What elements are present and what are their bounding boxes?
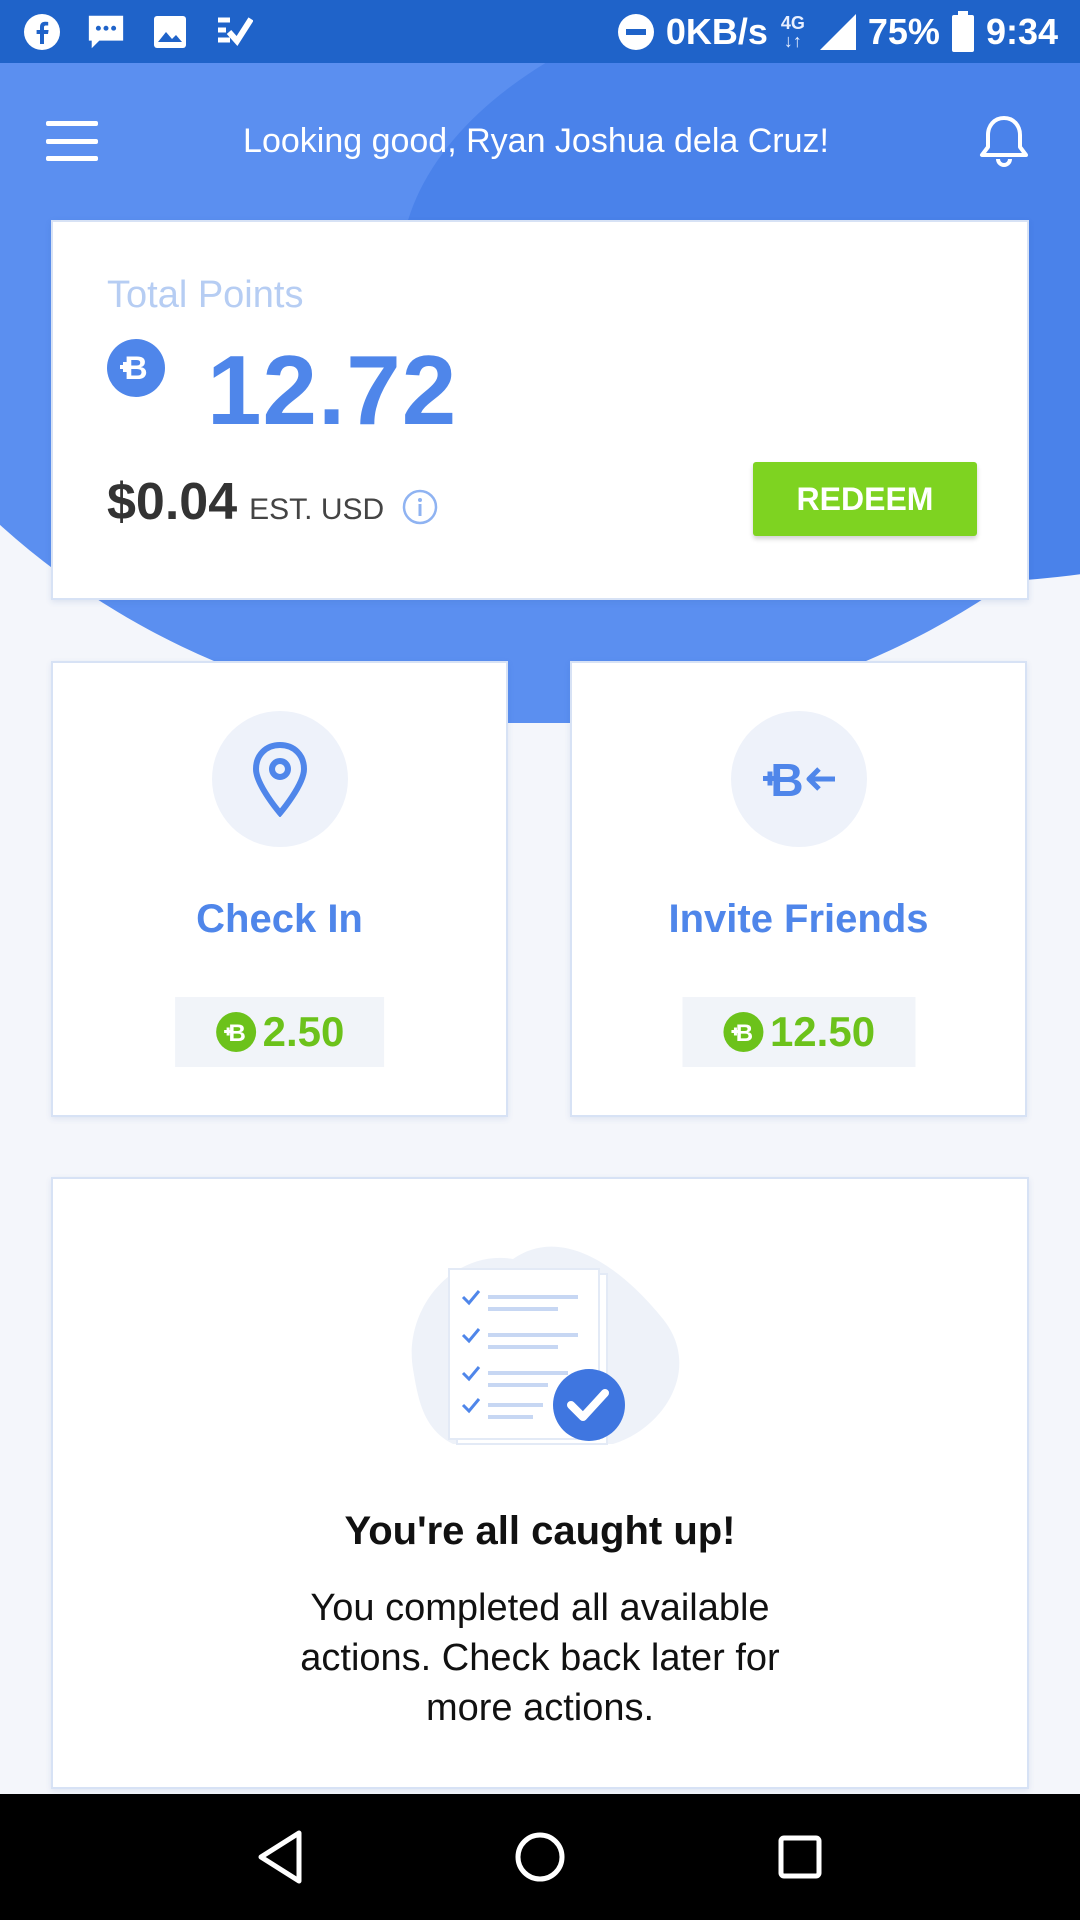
- points-value: 12.72: [207, 335, 458, 445]
- svg-text:B: B: [228, 1020, 245, 1047]
- battery-icon: [950, 10, 976, 52]
- invite-friends-card[interactable]: B Invite Friends B 12.50: [570, 661, 1027, 1117]
- usd-value: $0.04: [107, 473, 238, 531]
- reward-coin-icon: B: [722, 1011, 764, 1053]
- location-pin-icon: [211, 711, 348, 847]
- invite-coin-arrow-icon: B: [730, 711, 867, 847]
- battery-percent: 75%: [867, 10, 940, 52]
- reward-coin-icon: B: [215, 1011, 257, 1053]
- redeem-button[interactable]: REDEEM: [753, 462, 977, 536]
- network-speed: 0KB/s: [665, 10, 768, 52]
- caught-up-title: You're all caught up!: [344, 1509, 736, 1553]
- tasks-check-icon: [214, 12, 254, 52]
- signal-icon: [818, 12, 858, 52]
- facebook-icon: [22, 12, 62, 52]
- usd-label: EST. USD: [249, 493, 385, 526]
- greeting-title: Looking good, Ryan Joshua dela Cruz!: [243, 121, 829, 160]
- invite-friends-reward-value: 12.50: [769, 1008, 876, 1055]
- gallery-icon: [150, 12, 190, 52]
- info-icon[interactable]: [402, 489, 438, 525]
- points-card: Total Points B 12.72 $0.04 EST. USD REDE…: [51, 220, 1029, 600]
- home-icon[interactable]: [505, 1822, 575, 1892]
- invite-friends-title: Invite Friends: [668, 897, 929, 941]
- app-header: Looking good, Ryan Joshua dela Cruz!: [0, 63, 1080, 219]
- network-type-label: 4G: [780, 12, 805, 33]
- check-in-title: Check In: [196, 897, 363, 941]
- check-in-reward: B 2.50: [174, 997, 385, 1067]
- points-coin-icon: B: [107, 339, 165, 397]
- svg-text:B: B: [735, 1020, 752, 1047]
- messages-icon: [86, 12, 126, 52]
- back-icon[interactable]: [245, 1822, 315, 1892]
- data-arrows-icon: ↓↑: [783, 30, 802, 51]
- caught-up-message: You completed all available actions. Che…: [300, 1587, 780, 1729]
- status-system: 0KB/s 4G ↓↑ 75% 9:34: [616, 10, 1058, 53]
- checklist-illustration-icon: [393, 1229, 693, 1469]
- check-in-card[interactable]: Check In B 2.50: [51, 661, 508, 1117]
- points-label: Total Points: [107, 274, 304, 316]
- clock: 9:34: [985, 10, 1058, 52]
- menu-icon[interactable]: [46, 121, 98, 161]
- notification-bell-icon[interactable]: [974, 111, 1034, 171]
- system-nav-bar: [0, 1794, 1080, 1920]
- invite-friends-reward: B 12.50: [681, 997, 916, 1067]
- status-bar: 0KB/s 4G ↓↑ 75% 9:34: [0, 0, 1080, 63]
- do-not-disturb-icon: [616, 12, 656, 52]
- caught-up-card: You're all caught up! You completed all …: [51, 1177, 1029, 1789]
- check-in-reward-value: 2.50: [262, 1008, 345, 1055]
- recents-icon[interactable]: [765, 1822, 835, 1892]
- usd-estimate: $0.04 EST. USD: [107, 472, 438, 532]
- status-notifications: [22, 12, 254, 52]
- network-type: 4G ↓↑: [778, 14, 808, 50]
